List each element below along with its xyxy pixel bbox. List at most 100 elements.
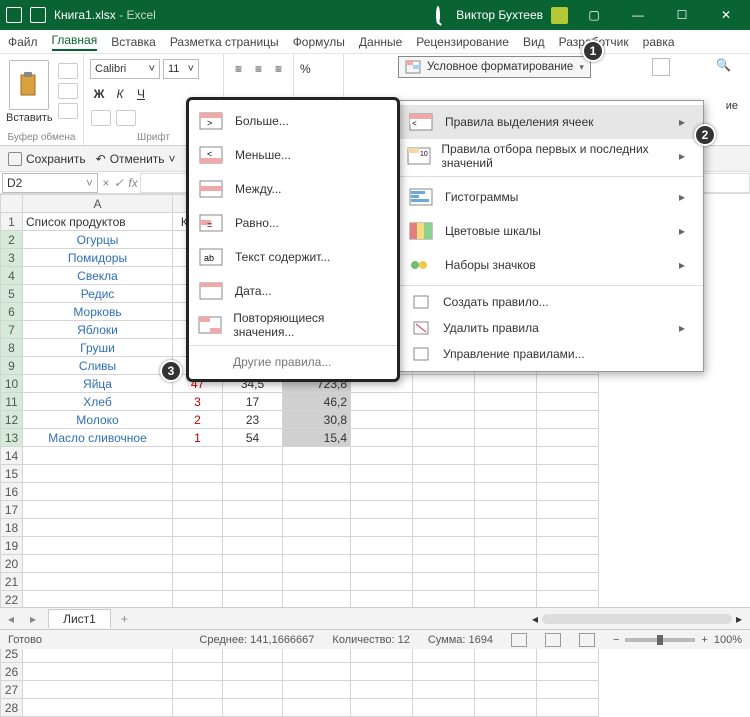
menu-color-scales[interactable]: Цветовые шкалы▸ — [399, 214, 703, 248]
underline-button[interactable]: Ч — [132, 87, 150, 101]
cell[interactable]: 23 — [223, 411, 283, 429]
borders-button[interactable] — [91, 110, 111, 126]
tab-file[interactable]: Файл — [8, 35, 38, 49]
cell[interactable]: 2 — [173, 411, 223, 429]
conditional-formatting-button[interactable]: Условное форматирование ▾ — [398, 56, 591, 78]
name-box[interactable]: D2˅ — [2, 173, 98, 193]
cell[interactable]: Хлеб — [23, 393, 173, 411]
add-sheet-button[interactable]: + — [111, 612, 138, 626]
sheet-tab[interactable]: Лист1 — [48, 609, 111, 628]
cell[interactable]: 17 — [223, 393, 283, 411]
zoom-level[interactable]: 100% — [714, 634, 742, 646]
tab-insert[interactable]: Вставка — [111, 35, 156, 49]
cell[interactable]: Яблоки — [23, 321, 173, 339]
align-top-button[interactable]: ≡ — [230, 62, 247, 76]
bold-button[interactable]: Ж — [90, 87, 108, 101]
cell[interactable]: 46,2 — [283, 393, 351, 411]
row-header[interactable]: 28 — [1, 699, 23, 717]
zoom-out-button[interactable]: − — [613, 634, 619, 646]
horizontal-scrollbar[interactable] — [542, 614, 732, 624]
undo-button[interactable]: ↶Отменить˅ — [96, 152, 176, 166]
avatar[interactable] — [551, 7, 568, 24]
row-header[interactable]: 20 — [1, 555, 23, 573]
menu-manage-rules[interactable]: Управление правилами... — [399, 341, 703, 367]
row-header[interactable]: 12 — [1, 411, 23, 429]
menu-clear-rules[interactable]: Удалить правила▸ — [399, 315, 703, 341]
view-layout-button[interactable] — [545, 633, 561, 647]
format-painter-button[interactable] — [58, 103, 78, 119]
cell[interactable]: 1 — [173, 429, 223, 447]
row-header[interactable]: 15 — [1, 465, 23, 483]
sheet-nav-prev[interactable]: ◂ — [0, 612, 22, 626]
close-button[interactable]: ✕ — [708, 0, 744, 30]
row-header[interactable]: 13 — [1, 429, 23, 447]
menu-new-rule[interactable]: Создать правило... — [399, 289, 703, 315]
find-button[interactable]: 🔍 — [716, 58, 734, 76]
fx-buttons[interactable]: ×✓fx — [100, 176, 140, 190]
row-header[interactable]: 6 — [1, 303, 23, 321]
zoom-slider[interactable] — [625, 638, 695, 642]
row-header[interactable]: 4 — [1, 267, 23, 285]
cell[interactable]: Редис — [23, 285, 173, 303]
cell[interactable]: Морковь — [23, 303, 173, 321]
row-header[interactable]: 14 — [1, 447, 23, 465]
view-normal-button[interactable] — [511, 633, 527, 647]
font-size-select[interactable]: 11˅ — [163, 59, 199, 79]
view-pagebreak-button[interactable] — [579, 633, 595, 647]
paste-button[interactable] — [9, 60, 49, 110]
tab-review[interactable]: Рецензирование — [416, 35, 509, 49]
cell[interactable]: Масло сливочное — [23, 429, 173, 447]
row-header[interactable]: 26 — [1, 663, 23, 681]
font-name-select[interactable]: Calibri˅ — [90, 59, 160, 79]
fill-color-button[interactable] — [116, 110, 136, 126]
cell[interactable]: 54 — [223, 429, 283, 447]
submenu-duplicate-values[interactable]: Повторяющиеся значения... — [189, 308, 397, 342]
row-header[interactable]: 9 — [1, 357, 23, 375]
scroll-left-button[interactable]: ◂ — [532, 612, 538, 626]
row-header[interactable]: 10 — [1, 375, 23, 393]
align-mid-button[interactable]: ≡ — [250, 62, 267, 76]
row-header[interactable]: 17 — [1, 501, 23, 519]
cell[interactable]: Сливы — [23, 357, 173, 375]
submenu-between[interactable]: Между... — [189, 172, 397, 206]
tab-data[interactable]: Данные — [359, 35, 402, 49]
cell[interactable]: Молоко — [23, 411, 173, 429]
row-header[interactable]: 21 — [1, 573, 23, 591]
cell[interactable]: Огурцы — [23, 231, 173, 249]
row-header[interactable]: 2 — [1, 231, 23, 249]
user-name[interactable]: Виктор Бухтеев — [456, 8, 543, 22]
ribbon-display-button[interactable]: ▢ — [576, 0, 612, 30]
row-header[interactable]: 8 — [1, 339, 23, 357]
copy-button[interactable] — [58, 83, 78, 99]
cell[interactable]: 15,4 — [283, 429, 351, 447]
row-header[interactable]: 16 — [1, 483, 23, 501]
scroll-right-button[interactable]: ▸ — [736, 612, 742, 626]
menu-icon-sets[interactable]: Наборы значков▸ — [399, 248, 703, 282]
submenu-more-rules[interactable]: Другие правила... — [189, 349, 397, 375]
row-header[interactable]: 7 — [1, 321, 23, 339]
align-bot-button[interactable]: ≡ — [270, 62, 287, 76]
column-header[interactable]: A — [23, 195, 173, 213]
autosave-icon[interactable] — [6, 7, 22, 23]
menu-top-bottom-rules[interactable]: 10 Правила отбора первых и последних зна… — [399, 139, 703, 173]
menu-highlight-cells-rules[interactable]: < Правила выделения ячеек▸ — [399, 105, 703, 139]
cell[interactable]: 3 — [173, 393, 223, 411]
cell[interactable]: Груши — [23, 339, 173, 357]
cell[interactable]: 30,8 — [283, 411, 351, 429]
cell-styles-button[interactable] — [652, 58, 670, 76]
row-header[interactable]: 11 — [1, 393, 23, 411]
tab-help[interactable]: равка — [643, 35, 675, 49]
submenu-less-than[interactable]: < Меньше... — [189, 138, 397, 172]
cell[interactable]: Яйца — [23, 375, 173, 393]
cell[interactable]: Свекла — [23, 267, 173, 285]
menu-data-bars[interactable]: Гистограммы▸ — [399, 180, 703, 214]
submenu-text-contains[interactable]: ab Текст содержит... — [189, 240, 397, 274]
tab-layout[interactable]: Разметка страницы — [170, 35, 279, 49]
tab-home[interactable]: Главная — [52, 33, 98, 51]
save-icon[interactable] — [30, 7, 46, 23]
row-header[interactable]: 18 — [1, 519, 23, 537]
sheet-nav-next[interactable]: ▸ — [22, 612, 44, 626]
italic-button[interactable]: К — [111, 87, 129, 101]
search-icon[interactable] — [428, 8, 448, 22]
row-header[interactable]: 5 — [1, 285, 23, 303]
